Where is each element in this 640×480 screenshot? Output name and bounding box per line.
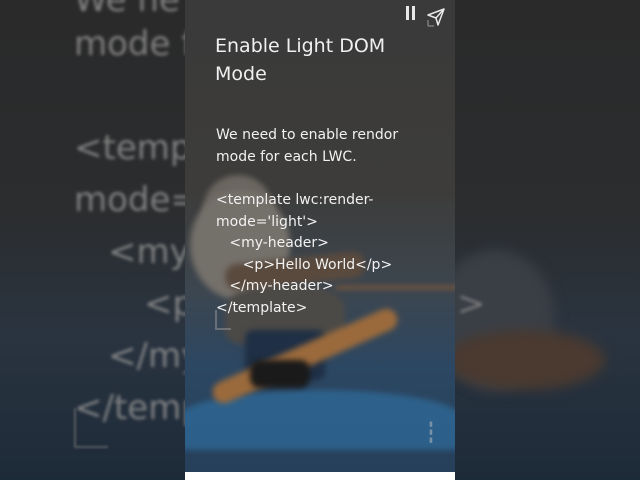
background-text: <my-	[108, 232, 185, 272]
background-text: </my	[108, 336, 185, 376]
background-text: mode f	[74, 24, 185, 64]
background-text: mode=	[74, 180, 185, 220]
background-text: <p	[144, 284, 185, 324]
bottom-bar	[185, 472, 455, 480]
code-snippet: <template lwc:render- mode='light'> <my-…	[216, 190, 446, 319]
code-line: <template lwc:render-	[216, 192, 374, 208]
background-corner-mark	[74, 408, 108, 448]
code-line: </template>	[216, 299, 308, 316]
code-line: mode='light'>	[216, 213, 318, 230]
background-text: We ne	[74, 0, 180, 20]
illustration-boot	[250, 360, 310, 388]
story-description: We need to enable rendor mode for each L…	[216, 127, 399, 165]
blurred-background-left: We ne mode f <templ mode= <my- <p </my <…	[0, 0, 185, 480]
pause-icon[interactable]	[405, 6, 417, 22]
blurred-background-right: >	[455, 0, 640, 480]
background-ski-shape	[455, 330, 605, 390]
code-line: <my-header>	[216, 235, 329, 251]
code-line: <p>Hello World</p>	[216, 256, 393, 273]
code-line: </my-header>	[216, 278, 334, 294]
watermark: ▮▮▮	[427, 420, 435, 444]
background-text: >	[457, 284, 486, 324]
story-panel: ▮▮▮ Enable Light DOM Mode We need to ena…	[185, 0, 455, 472]
story-title: Enable Light DOM Mode	[215, 35, 386, 85]
background-text: <templ	[74, 128, 185, 168]
send-icon[interactable]	[425, 6, 447, 28]
